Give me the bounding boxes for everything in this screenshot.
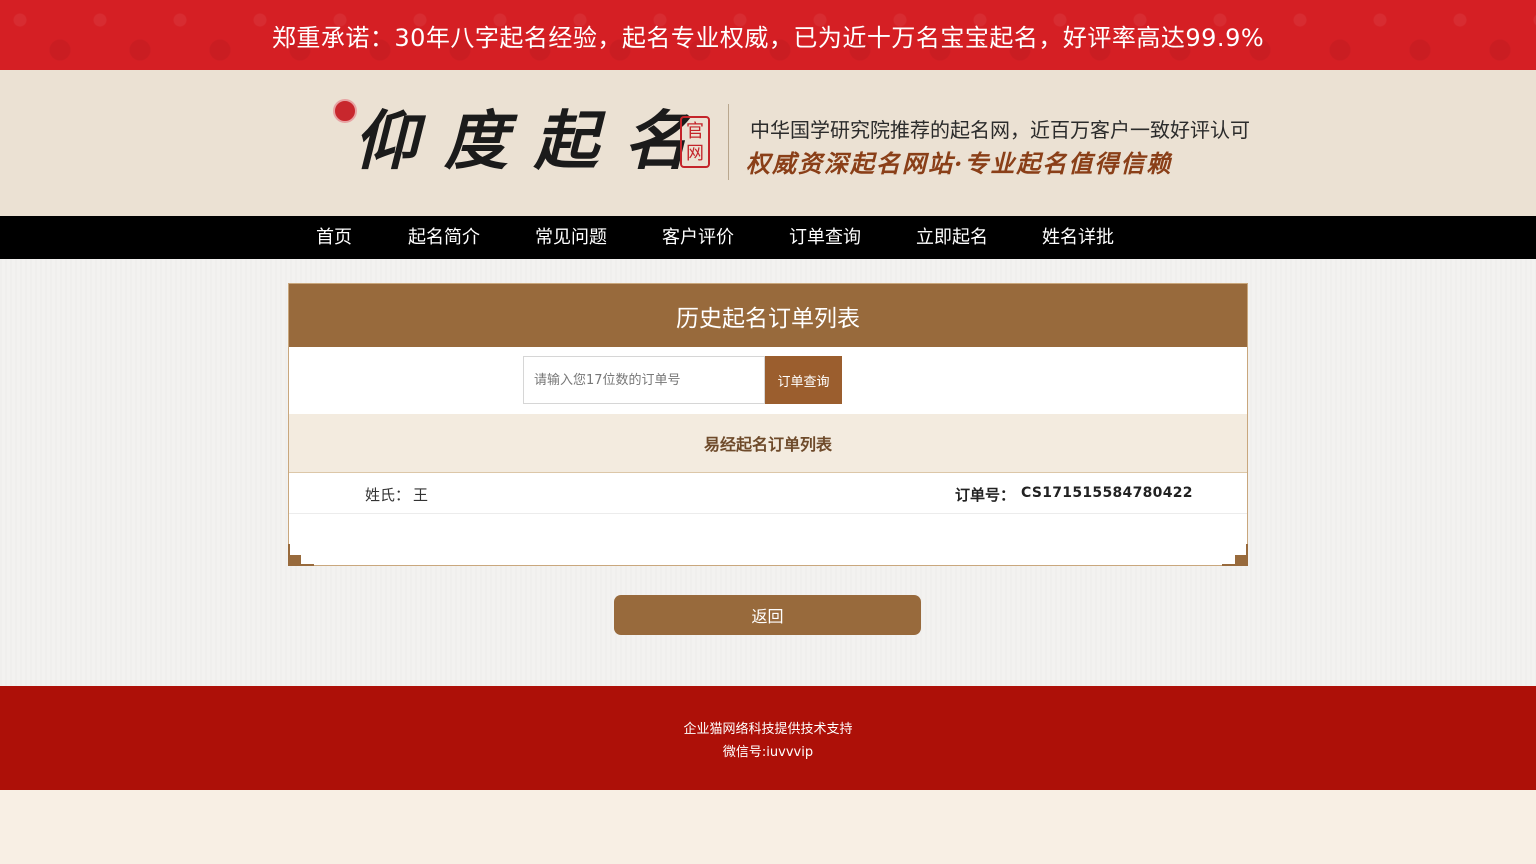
order-row[interactable]: 姓氏： 王 订单号： CS171515584780422 — [289, 473, 1247, 514]
order-number-label: 订单号： — [955, 486, 1016, 504]
back-button[interactable]: 返回 — [614, 595, 921, 635]
order-history-panel: 历史起名订单列表 订单查询 易经起名订单列表 姓氏： 王 订单号： CS1715… — [288, 283, 1248, 566]
promise-text: 郑重承诺：30年八字起名经验，起名专业权威，已为近十万名宝宝起名，好评率高达99… — [271, 23, 1265, 52]
nav-item-faq[interactable]: 常见问题 — [535, 216, 607, 259]
nav-item-home[interactable]: 首页 — [316, 216, 352, 259]
nav-item-name-now[interactable]: 立即起名 — [916, 216, 988, 259]
header-divider — [728, 104, 729, 180]
nav-item-reviews[interactable]: 客户评价 — [662, 216, 734, 259]
panel-title: 历史起名订单列表 — [289, 284, 1247, 347]
site-header: 仰度起名 官网 中华国学研究院推荐的起名网，近百万客户一致好评认可 权威资深起名… — [0, 70, 1536, 216]
order-search-button[interactable]: 订单查询 — [765, 356, 842, 404]
tech-support-text: 企业猫网络科技提供技术支持 — [683, 722, 853, 737]
slogan-line-2: 权威资深起名网站·专业起名值得信赖 — [746, 149, 1173, 178]
site-footer: 企业猫网络科技提供技术支持 微信号:iuvvvip — [0, 686, 1536, 790]
promise-banner: 郑重承诺：30年八字起名经验，起名专业权威，已为近十万名宝宝起名，好评率高达99… — [0, 0, 1536, 70]
corner-ornament-right — [1222, 544, 1248, 566]
nav-item-name-analysis[interactable]: 姓名详批 — [1042, 216, 1114, 259]
site-logo[interactable]: 仰度起名 — [354, 106, 714, 178]
nav-item-order-lookup[interactable]: 订单查询 — [789, 216, 861, 259]
surname-value: 王 — [413, 486, 429, 504]
surname-label: 姓氏： — [365, 486, 411, 504]
wechat-id-text: 微信号:iuvvvip — [722, 745, 814, 760]
main-nav: 首页 起名简介 常见问题 客户评价 订单查询 立即起名 姓名详批 — [0, 216, 1536, 259]
order-list-title: 易经起名订单列表 — [289, 414, 1247, 473]
order-number-input[interactable] — [523, 356, 765, 404]
official-site-stamp: 官网 — [680, 116, 710, 168]
corner-ornament-left — [288, 544, 314, 566]
slogan-line-1: 中华国学研究院推荐的起名网，近百万客户一致好评认可 — [750, 118, 1250, 142]
nav-item-naming-intro[interactable]: 起名简介 — [408, 216, 480, 259]
order-number-value: CS171515584780422 — [1021, 485, 1193, 501]
